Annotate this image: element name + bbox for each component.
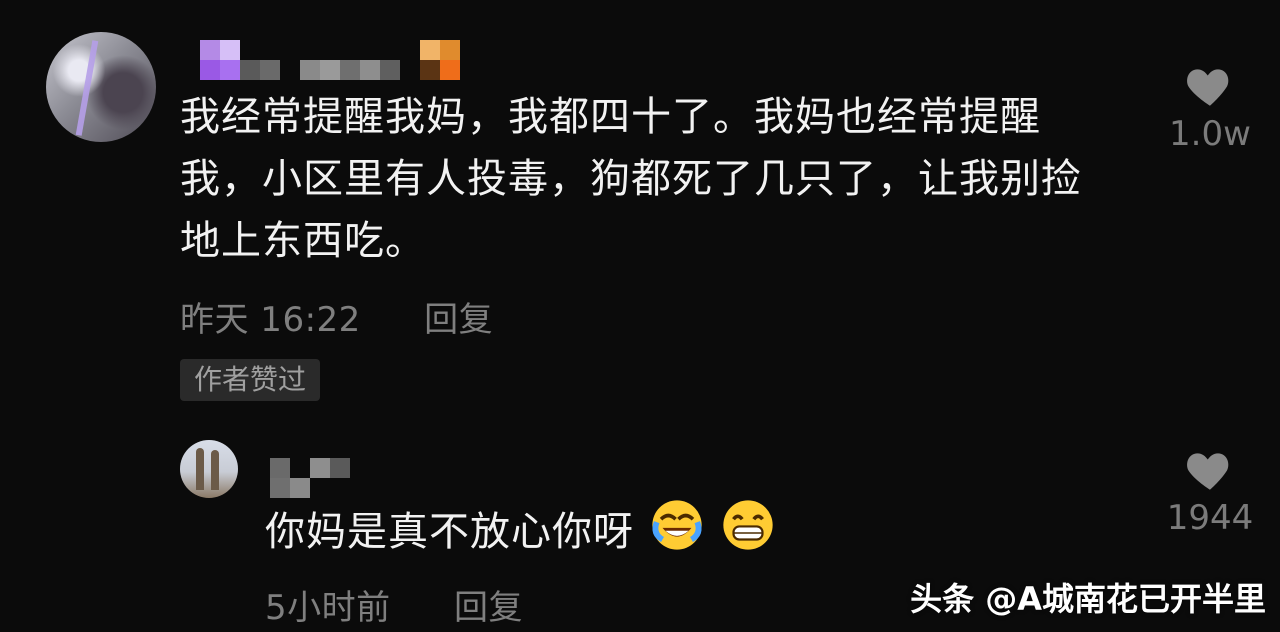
like-count: 1.0w [1169,114,1251,154]
reply-text-content: 你妈是真不放心你呀 [265,509,634,555]
heart-icon[interactable] [1182,58,1238,108]
heart-icon[interactable] [1182,442,1238,492]
reply-like-count: 1944 [1166,498,1254,538]
comment-time: 昨天 16:22 [180,300,361,340]
like-control[interactable]: 1.0w [1160,58,1260,154]
reply-time: 5小时前 [265,588,391,628]
reply-user-avatar[interactable] [180,440,238,498]
user-avatar[interactable] [46,32,156,142]
reply-text: 你妈是真不放心你呀 [265,496,965,572]
reply-reply-button[interactable]: 回复 [454,580,523,629]
reply-button[interactable]: 回复 [424,292,493,341]
grinning-emoji-icon [719,496,777,572]
reply-meta: 5小时前 回复 [265,580,523,629]
reply-username-blurred[interactable] [270,458,390,498]
author-liked-badge: 作者赞过 [180,359,321,401]
comment-meta: 昨天 16:22 回复 [180,292,493,341]
laughing-tears-emoji-icon [648,496,706,572]
reply-like-control[interactable]: 1944 [1160,442,1260,538]
username-blurred[interactable] [198,40,498,80]
comment-text: 我经常提醒我妈，我都四十了。我妈也经常提醒我，小区里有人投毒，狗都死了几只了，让… [180,94,1082,264]
toutiao-watermark: 头条 @A城南花已开半里 [910,580,1266,618]
